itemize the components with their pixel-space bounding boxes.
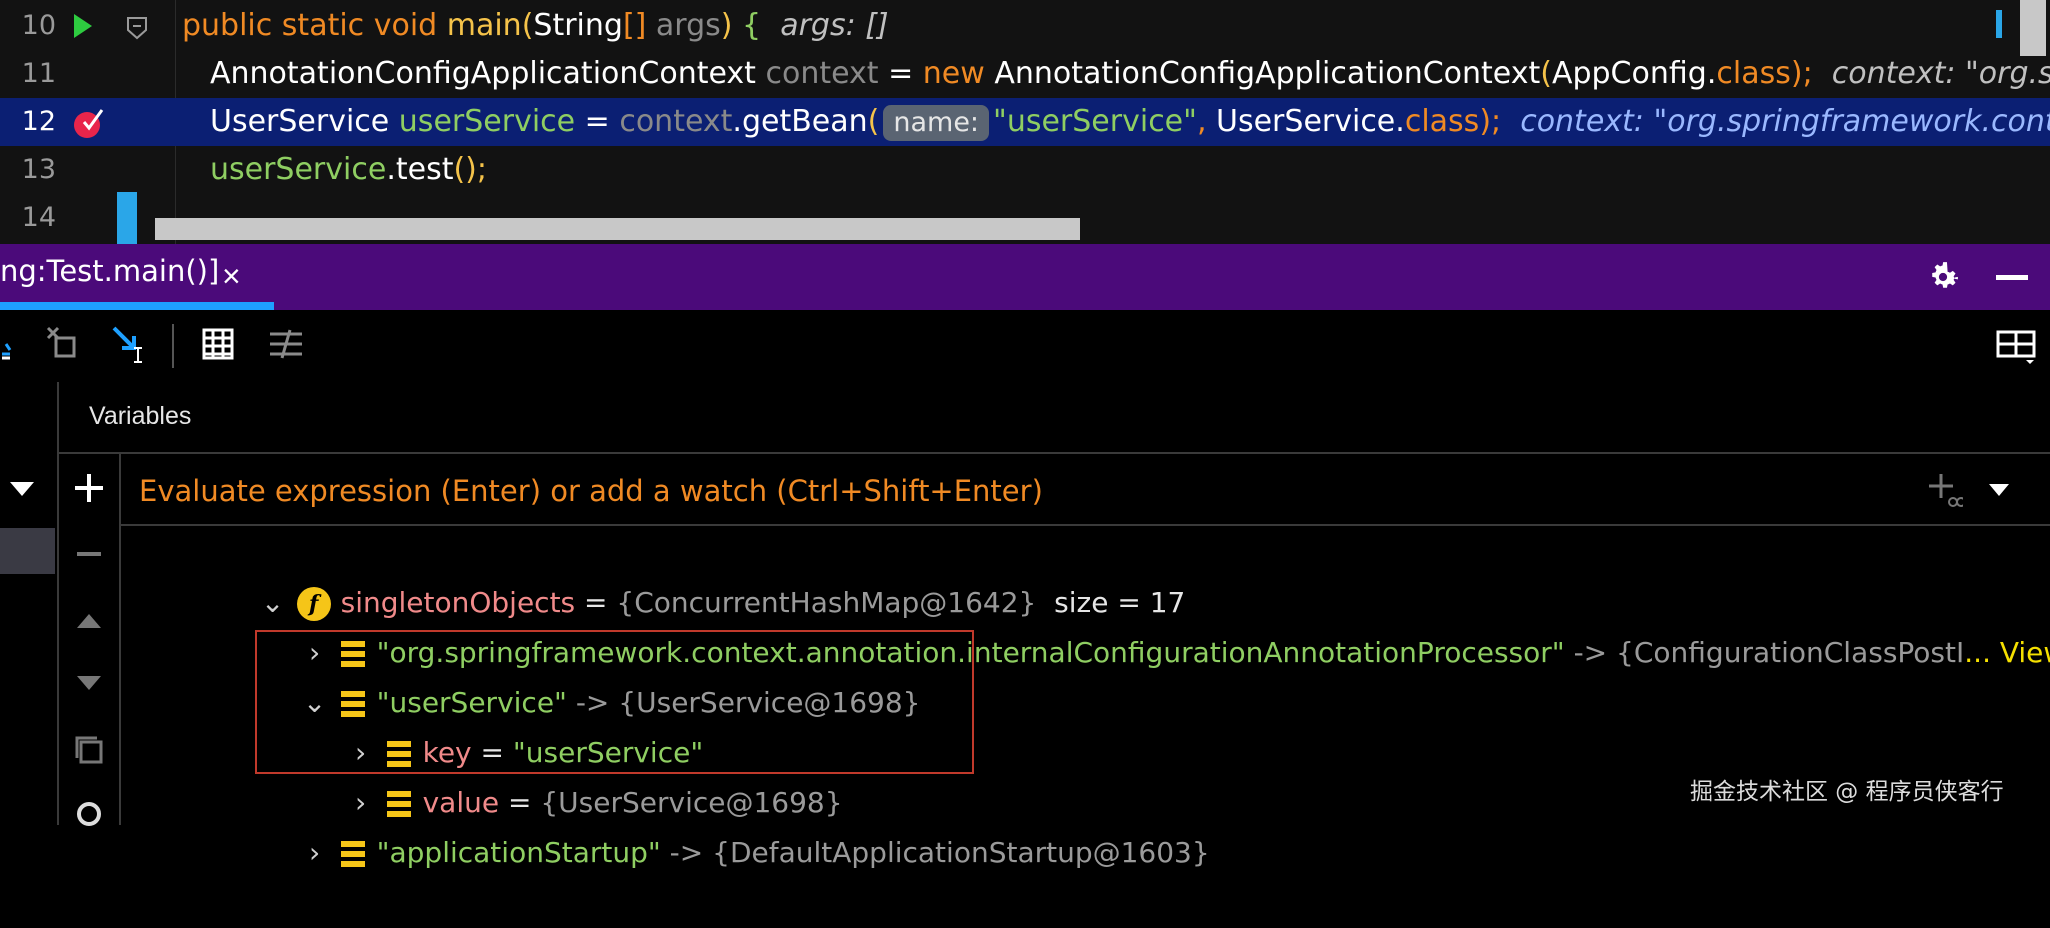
selected-frame[interactable] — [0, 528, 55, 574]
remove-watch-icon[interactable] — [73, 538, 105, 570]
debug-session-tab[interactable]: ng:Test.main()] — [0, 254, 219, 288]
code-line-13[interactable]: 13 userService.test(); — [0, 146, 2050, 194]
run-icon[interactable] — [72, 14, 92, 38]
error-stripe-marker — [1996, 10, 2002, 38]
watermark: 掘金技术社区 @ 程序员侠客行 — [1690, 779, 2004, 805]
variables-side-toolbar — [59, 454, 121, 826]
add-to-watches-icon[interactable] — [1927, 472, 1963, 508]
chevron-down-icon[interactable] — [8, 478, 36, 498]
close-icon[interactable]: × — [222, 258, 241, 295]
minimize-icon[interactable] — [1996, 275, 2028, 280]
debug-toolbar — [0, 310, 2050, 384]
evaluate-expression-placeholder: Evaluate expression (Enter) or add a wat… — [139, 474, 1043, 508]
parameter-hint-badge: name: — [883, 104, 990, 141]
gear-icon[interactable] — [1924, 258, 1962, 296]
tree-row-singletonObjects[interactable]: ⌄ f singletonObjects = {ConcurrentHashMap@… — [223, 528, 1185, 621]
move-up-icon[interactable] — [73, 604, 105, 636]
drop-frame-icon[interactable] — [44, 324, 84, 364]
line-number: 10 — [21, 10, 56, 41]
line-number: 12 — [21, 106, 56, 137]
run-to-cursor-icon[interactable] — [110, 324, 150, 364]
code-line-10[interactable]: 10 public static void main(String[] args… — [0, 2, 2050, 50]
map-entry-icon — [340, 841, 365, 867]
debug-tool-window-header: ng:Test.main()] × — [0, 244, 2050, 310]
variables-title: Variables — [89, 402, 192, 430]
code-text: AnnotationConfigApplicationContext conte… — [210, 56, 2050, 91]
settings-icon[interactable] — [73, 794, 105, 826]
layout-icon[interactable] — [1996, 324, 2036, 364]
chevron-right-icon[interactable]: › — [301, 828, 329, 878]
toolbar-separator — [172, 324, 174, 368]
breakpoint-icon[interactable] — [72, 106, 106, 140]
change-marker — [117, 192, 137, 244]
vertical-scrollbar[interactable] — [2020, 0, 2046, 56]
evaluate-table-icon[interactable] — [198, 324, 238, 364]
annotation-highlight-box — [255, 630, 974, 774]
tree-row-config-processor[interactable]: › "org.springframework.context.annotation… — [265, 578, 2050, 669]
code-line-11[interactable]: 11 AnnotationConfigApplicationContext co… — [0, 50, 2050, 98]
trace-icon[interactable] — [266, 324, 306, 364]
history-dropdown-icon[interactable] — [1987, 482, 2011, 498]
code-line-12-current[interactable]: 12 UserService userService = context.get… — [0, 98, 2050, 146]
frames-panel — [0, 382, 59, 825]
code-editor[interactable]: 10 public static void main(String[] args… — [0, 0, 2050, 244]
fold-icon[interactable] — [126, 16, 148, 40]
view-link[interactable]: ... View — [1964, 636, 2050, 669]
add-watch-icon[interactable] — [73, 472, 105, 504]
line-number: 14 — [21, 202, 56, 233]
code-text: public static void main(String[] args) {… — [182, 8, 889, 43]
tree-row-applicationStartup[interactable]: › "applicationStartup" -> {DefaultApplica… — [265, 778, 1210, 869]
code-text: userService.test(); — [210, 152, 487, 187]
duplicate-icon[interactable] — [73, 734, 105, 766]
active-tab-indicator — [0, 302, 274, 310]
variables-header: Variables — [59, 382, 2050, 454]
code-text: UserService userService = context.getBea… — [210, 104, 2050, 141]
line-number: 11 — [21, 58, 56, 89]
horizontal-scrollbar[interactable] — [155, 218, 1080, 240]
step-out-icon[interactable] — [0, 324, 40, 364]
evaluate-expression-field[interactable]: Evaluate expression (Enter) or add a wat… — [121, 454, 2050, 526]
line-number: 13 — [21, 154, 56, 185]
move-down-icon[interactable] — [73, 668, 105, 700]
